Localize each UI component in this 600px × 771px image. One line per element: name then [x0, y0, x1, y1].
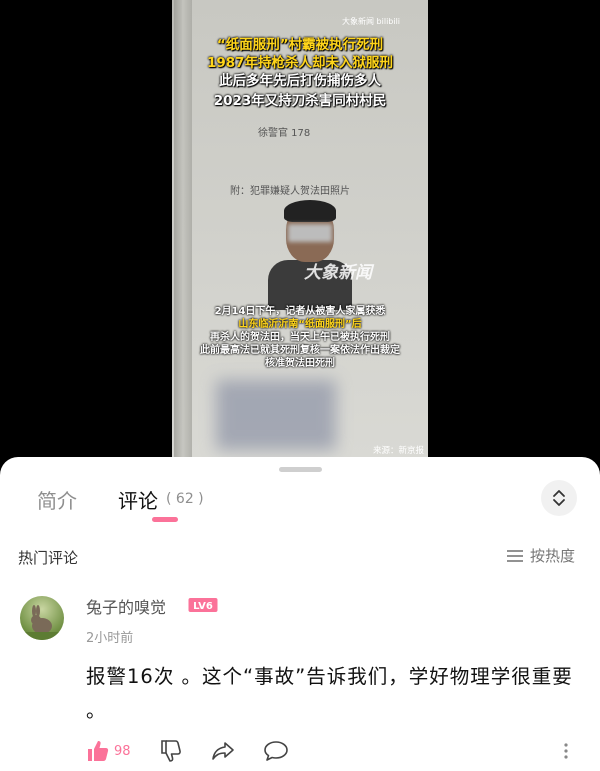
top-watermark: 大象新闻 bilibili — [342, 17, 401, 26]
hot-comments-label: 热门评论 — [18, 549, 79, 567]
comment-count: ( 62 ) — [166, 491, 204, 507]
more-button[interactable] — [562, 739, 570, 767]
tab-comments[interactable]: 评论 — [118, 485, 158, 514]
expand-button[interactable] — [541, 480, 577, 516]
video-frame: 大象新闻 bilibili “纸面服刑”村霸被执行死刑 1987年持枪杀人却未入… — [172, 0, 428, 458]
sort-lines-icon — [507, 549, 523, 562]
rabbit-avatar-image — [20, 605, 64, 640]
video-watermark: 大象新闻 — [304, 263, 372, 283]
sort-button[interactable]: 按热度 — [506, 545, 575, 566]
dislike-icon — [161, 740, 181, 762]
caption-line-2: 山东临沂沂南“纸面服刑”后 — [238, 319, 362, 330]
caption-line-5: 核准贺法田死刑 — [265, 358, 335, 369]
headline-line-1: “纸面服刑”村霸被执行死刑 — [216, 37, 384, 53]
suspect-photo — [268, 200, 352, 310]
video-player[interactable]: 大象新闻 bilibili “纸面服刑”村霸被执行死刑 1987年持枪杀人却未入… — [0, 0, 600, 470]
doc-phone-text: 徐警官 178 — [258, 128, 311, 139]
username[interactable]: 兔子的嗅觉 — [86, 594, 166, 618]
like-button[interactable] — [86, 739, 110, 767]
reply-icon — [264, 741, 288, 761]
share-button[interactable] — [211, 739, 235, 767]
headline-line-4: 2023年又持刀杀害同村村民 — [213, 93, 387, 109]
comment-content: 报警16次 。这个“事故”告诉我们，学好物理学很重要 。 — [86, 665, 573, 722]
blurred-region — [216, 380, 336, 450]
reply-button[interactable] — [263, 739, 289, 767]
drag-handle[interactable] — [279, 467, 322, 472]
avatar[interactable] — [20, 596, 64, 640]
like-icon — [88, 741, 109, 761]
video-source: 来源：新京报 — [372, 446, 424, 456]
level-text: LV6 — [193, 601, 213, 612]
dislike-button[interactable] — [159, 739, 183, 767]
caption-line-4: 此前最高法已就其死刑复核一案依法作出裁定 — [200, 345, 400, 356]
headline-line-2: 1987年持枪杀人却未入狱服刑 — [206, 55, 394, 71]
level-badge: LV6 — [188, 598, 218, 612]
share-icon — [212, 742, 234, 760]
sort-label: 按热度 — [530, 547, 576, 565]
comment-actions: 98 — [86, 739, 586, 763]
tab-indicator — [152, 517, 178, 522]
doc-photo-caption: 附：犯罪嫌疑人贺法田照片 — [230, 186, 350, 197]
comment-sheet: 简介 评论 ( 62 ) 热门评论 按热度 兔子的嗅觉 LV6 2小时前 报警1… — [0, 457, 600, 771]
headline-line-3: 此后多年先后打伤捕伤多人 — [219, 73, 381, 89]
more-vertical-icon — [564, 743, 568, 759]
caption-line-1: 2月14日下午，记者从被害人家属获悉 — [214, 306, 386, 317]
like-count: 98 — [114, 744, 131, 759]
tab-intro[interactable]: 简介 — [37, 485, 77, 514]
comment-time: 2小时前 — [86, 631, 134, 646]
chevron-up-down-icon — [553, 490, 565, 506]
caption-line-3: 再杀人的贺法田，当天上午已被执行死刑 — [210, 332, 390, 343]
